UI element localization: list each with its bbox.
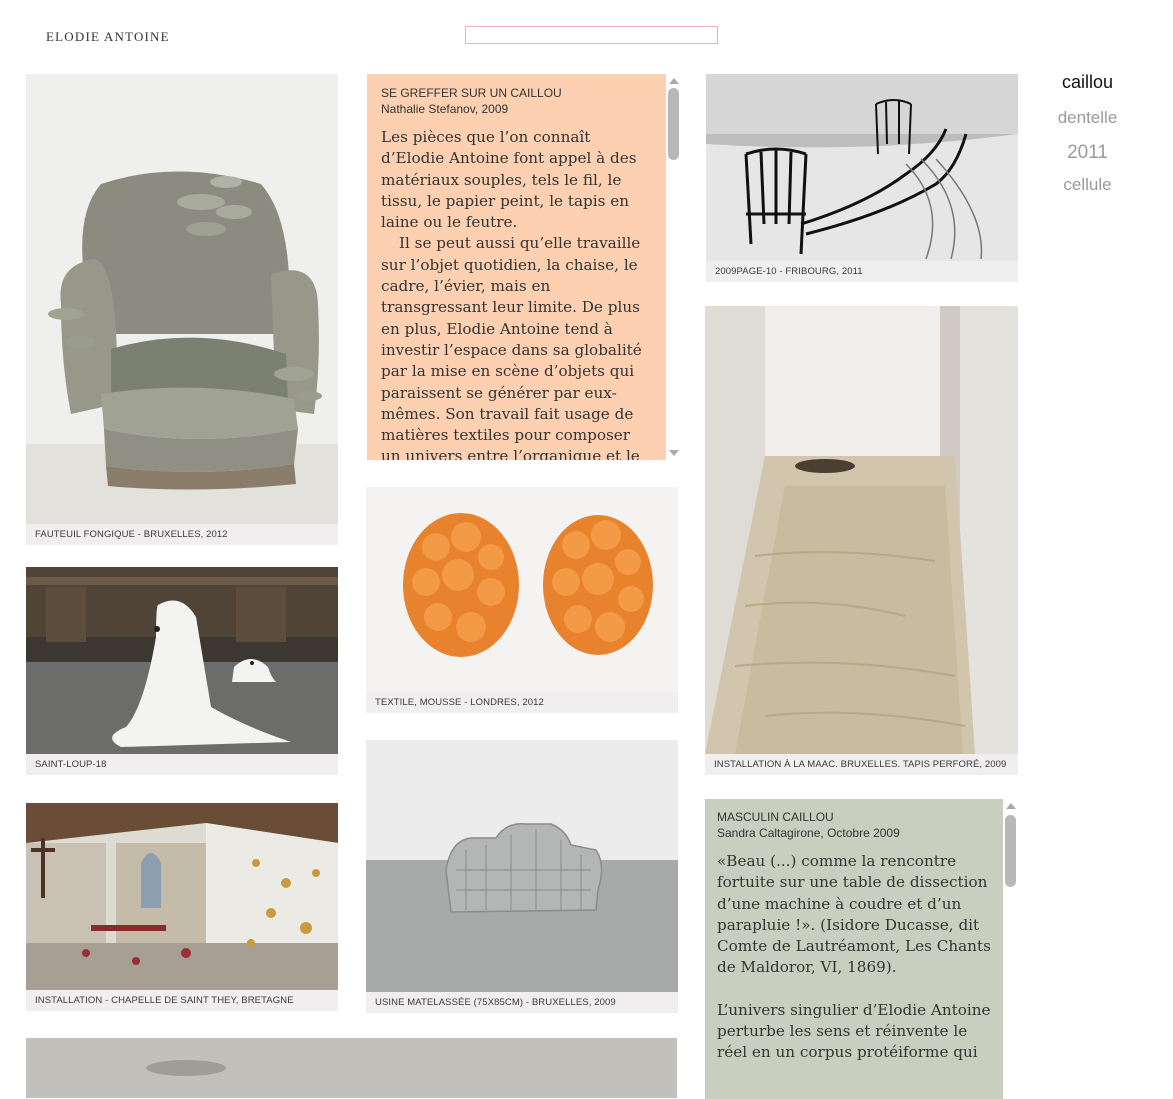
artwork-tile-chairs[interactable]: 2009PAGE-10 - FRIBOURG, 2011 xyxy=(706,74,1018,282)
artwork-image-maac xyxy=(705,306,1018,754)
artwork-tile-wide[interactable] xyxy=(26,1038,677,1098)
nav-item-dentelle[interactable]: dentelle xyxy=(1040,108,1135,142)
artwork-caption: SAINT-LOUP-18 xyxy=(26,754,338,775)
article-title: SE GREFFER SUR UN CAILLOU xyxy=(381,86,562,100)
artwork-caption: 2009PAGE-10 - FRIBOURG, 2011 xyxy=(706,261,1018,282)
site-title[interactable]: ELODIE ANTOINE xyxy=(46,29,170,45)
artwork-tile-textile[interactable]: TEXTILE, MOUSSE - LONDRES, 2012 xyxy=(366,487,678,713)
artwork-tile-chapelle[interactable]: INSTALLATION - CHAPELLE DE SAINT THEY, B… xyxy=(26,803,338,1011)
search-input[interactable] xyxy=(465,26,718,44)
scrollbar[interactable] xyxy=(666,74,681,460)
scroll-thumb[interactable] xyxy=(1005,815,1016,887)
scrollbar[interactable] xyxy=(1003,799,1018,1099)
article-body: Les pièces que l’on connaît d’Elodie Ant… xyxy=(381,127,653,460)
artwork-image-usine xyxy=(366,740,678,992)
artwork-tile-saint-loup[interactable]: SAINT-LOUP-18 xyxy=(26,567,338,775)
article-title: MASCULIN CAILLOU xyxy=(717,810,834,824)
article-paragraph: Il se peut aussi qu’elle travaille sur l… xyxy=(381,234,642,460)
artwork-tile-maac[interactable]: INSTALLATION À LA MAAC. BRUXELLES. TAPIS… xyxy=(705,306,1018,775)
artwork-image-saint-loup xyxy=(26,567,338,754)
scroll-down-arrow-icon[interactable] xyxy=(669,450,679,456)
artwork-caption: INSTALLATION À LA MAAC. BRUXELLES. TAPIS… xyxy=(705,754,1018,775)
artwork-image-chairs xyxy=(706,74,1018,261)
nav-item-cellule[interactable]: cellule xyxy=(1040,175,1135,195)
artwork-image-textile xyxy=(366,487,678,692)
nav-item-caillou[interactable]: caillou xyxy=(1040,72,1135,108)
artwork-caption: TEXTILE, MOUSSE - LONDRES, 2012 xyxy=(366,692,678,713)
artwork-caption: USINE MATELASSÉE (75X85CM) - BRUXELLES, … xyxy=(366,992,678,1013)
artwork-tile-usine[interactable]: USINE MATELASSÉE (75X85CM) - BRUXELLES, … xyxy=(366,740,678,1013)
scroll-up-arrow-icon[interactable] xyxy=(1006,803,1016,809)
article-author: Nathalie Stefanov, 2009 xyxy=(381,102,509,116)
artwork-image-wide xyxy=(26,1038,677,1098)
article-paragraph: «Beau (...) comme la rencontre fortuite … xyxy=(717,852,991,977)
artwork-caption: FAUTEUIL FONGIQUE - BRUXELLES, 2012 xyxy=(26,524,338,545)
artwork-image-fauteuil xyxy=(26,74,338,524)
scroll-up-arrow-icon[interactable] xyxy=(669,78,679,84)
article-author: Sandra Caltagirone, Octobre 2009 xyxy=(717,826,900,840)
article-paragraph: Les pièces que l’on connaît d’Elodie Ant… xyxy=(381,128,637,232)
article-body: «Beau (...) comme la rencontre fortuite … xyxy=(717,851,992,1064)
article-paragraph: L’univers singulier d’Elodie Antoine per… xyxy=(717,1000,991,1062)
artwork-tile-fauteuil[interactable]: FAUTEUIL FONGIQUE - BRUXELLES, 2012 xyxy=(26,74,338,545)
nav-item-2011[interactable]: 2011 xyxy=(1040,142,1135,175)
category-nav: caillou dentelle 2011 cellule xyxy=(1040,70,1135,195)
text-panel-masculin[interactable]: MASCULIN CAILLOU Sandra Caltagirone, Oct… xyxy=(705,799,1018,1099)
scroll-thumb[interactable] xyxy=(668,88,679,160)
text-panel-greffer[interactable]: SE GREFFER SUR UN CAILLOU Nathalie Stefa… xyxy=(367,74,681,460)
artwork-image-chapelle xyxy=(26,803,338,990)
artwork-caption: INSTALLATION - CHAPELLE DE SAINT THEY, B… xyxy=(26,990,338,1011)
